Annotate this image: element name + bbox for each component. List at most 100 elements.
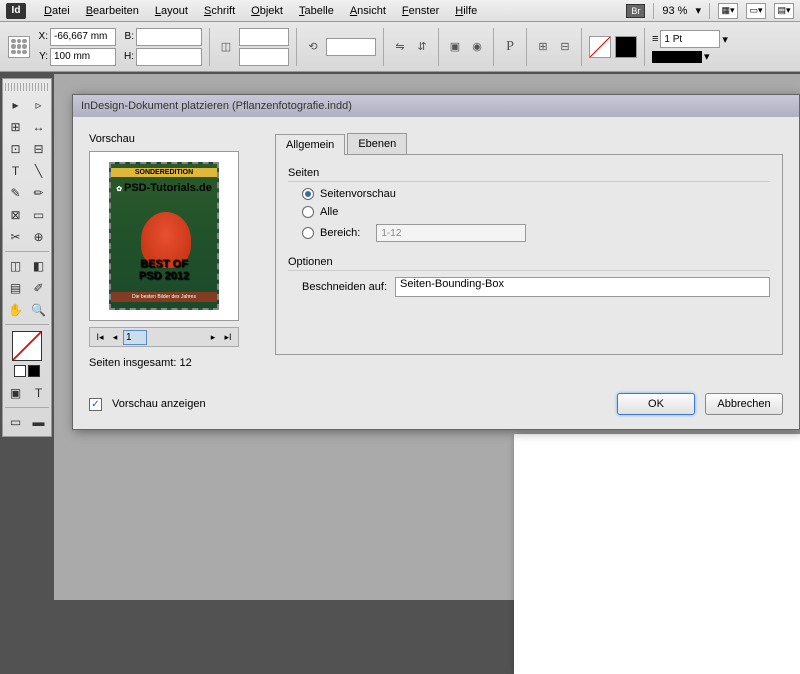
stroke-swatch[interactable] [615, 36, 637, 58]
show-preview-checkbox[interactable] [89, 398, 102, 411]
last-page-button[interactable]: ▸I [221, 330, 235, 344]
align-icon[interactable]: ⊞ [534, 38, 552, 56]
range-input[interactable] [376, 224, 526, 242]
radio-range[interactable] [302, 227, 314, 239]
bridge-badge[interactable]: Br [626, 4, 645, 18]
swap-colors-icon[interactable] [28, 365, 40, 377]
chevron-down-icon[interactable]: ▾ [722, 33, 728, 46]
chevron-down-icon[interactable]: ▾ [704, 50, 710, 63]
default-colors-icon[interactable] [14, 365, 26, 377]
tab-general[interactable]: Allgemein [275, 134, 345, 155]
scale-icon[interactable]: ◫ [217, 38, 235, 56]
arrange-icon[interactable]: ▤▾ [774, 3, 794, 19]
menu-layout[interactable]: Layout [147, 5, 196, 17]
page-number-input[interactable] [123, 330, 147, 345]
place-dialog: InDesign-Dokument platzieren (Pflanzenfo… [72, 94, 800, 430]
cancel-button[interactable]: Abbrechen [705, 393, 783, 415]
menu-ansicht[interactable]: Ansicht [342, 5, 394, 17]
preview-box: SONDEREDITION ✿ PSD-Tutorials.de BEST OF… [89, 151, 239, 321]
page-tool[interactable]: ⊞ [5, 117, 26, 137]
crop-label: Beschneiden auf: [302, 281, 387, 293]
x-input[interactable] [50, 28, 116, 46]
ok-button[interactable]: OK [617, 393, 695, 415]
gradient-feather-tool[interactable]: ◧ [28, 256, 49, 276]
y-input[interactable] [50, 48, 116, 66]
menu-bearbeiten[interactable]: Bearbeiten [78, 5, 147, 17]
h-label: H: [120, 51, 134, 62]
h-input[interactable] [136, 48, 202, 66]
rectangle-tool[interactable]: ▭ [28, 205, 49, 225]
stroke-style[interactable] [652, 51, 702, 63]
note-tool[interactable]: ▤ [5, 278, 26, 298]
show-preview-label: Vorschau anzeigen [112, 398, 206, 410]
tab-layers[interactable]: Ebenen [347, 133, 407, 154]
dialog-title: InDesign-Dokument platzieren (Pflanzenfo… [73, 95, 799, 117]
preview-mode-icon[interactable]: ▬ [28, 412, 49, 432]
paragraph-icon[interactable]: P [501, 38, 519, 56]
eyedropper-tool[interactable]: ✐ [28, 278, 49, 298]
normal-mode-icon[interactable]: ▭ [5, 412, 26, 432]
direct-selection-tool[interactable]: ▹ [28, 95, 49, 115]
menu-schrift[interactable]: Schrift [196, 5, 243, 17]
view-mode-icon[interactable]: ▦▾ [718, 3, 738, 19]
distribute-icon[interactable]: ⊟ [556, 38, 574, 56]
pencil-tool[interactable]: ✏ [28, 183, 49, 203]
scissors-tool[interactable]: ✂ [5, 227, 26, 247]
content-collector-tool[interactable]: ⊡ [5, 139, 26, 159]
total-pages-label: Seiten insgesamt: 12 [89, 357, 259, 369]
menu-tabelle[interactable]: Tabelle [291, 5, 342, 17]
first-page-button[interactable]: I◂ [93, 330, 107, 344]
fill-stroke-swatch[interactable] [12, 331, 42, 361]
selection-tool[interactable]: ▸ [5, 95, 26, 115]
document-page[interactable] [514, 434, 800, 674]
pages-legend: Seiten [288, 167, 770, 182]
crop-select[interactable]: Seiten-Bounding-Box [395, 277, 770, 297]
scale-x-input[interactable] [239, 28, 289, 46]
flip-v-icon[interactable]: ⇵ [413, 38, 431, 56]
scale-y-input[interactable] [239, 48, 289, 66]
stroke-weight-input[interactable] [660, 30, 720, 48]
apply-color-icon[interactable]: ▣ [5, 383, 26, 403]
menu-datei[interactable]: Datei [36, 5, 78, 17]
select-content-icon[interactable]: ◉ [468, 38, 486, 56]
line-tool[interactable]: ╲ [28, 161, 49, 181]
next-page-button[interactable]: ▸ [206, 330, 220, 344]
menu-fenster[interactable]: Fenster [394, 5, 447, 17]
rotate-input[interactable] [326, 38, 376, 56]
preview-label: Vorschau [89, 133, 259, 145]
select-container-icon[interactable]: ▣ [446, 38, 464, 56]
content-placer-tool[interactable]: ⊟ [28, 139, 49, 159]
screen-mode-icon[interactable]: ▭▾ [746, 3, 766, 19]
free-transform-tool[interactable]: ⊕ [28, 227, 49, 247]
chevron-down-icon[interactable]: ▾ [695, 4, 701, 17]
flip-h-icon[interactable]: ⇋ [391, 38, 409, 56]
menu-hilfe[interactable]: Hilfe [447, 5, 485, 17]
gradient-swatch-tool[interactable]: ◫ [5, 256, 26, 276]
hand-tool[interactable]: ✋ [5, 300, 26, 320]
gap-tool[interactable]: ↔ [28, 117, 49, 137]
radio-all[interactable] [302, 206, 314, 218]
stroke-weight-icon: ≡ [652, 33, 658, 45]
type-tool[interactable]: T [5, 161, 26, 181]
options-legend: Optionen [288, 256, 770, 271]
control-bar: X: Y: B: H: ◫ ⟲ ⇋ ⇵ ▣ ◉ P ⊞ ⊟ ≡▾ ▾ [0, 22, 800, 72]
fill-swatch[interactable] [589, 36, 611, 58]
menu-objekt[interactable]: Objekt [243, 5, 291, 17]
thumb-subtitle: Die besten Bilder des Jahres [111, 292, 217, 302]
w-label: B: [120, 31, 134, 42]
reference-point[interactable] [8, 36, 30, 58]
zoom-level[interactable]: 93 % [662, 5, 687, 17]
w-input[interactable] [136, 28, 202, 46]
apply-text-icon[interactable]: T [28, 383, 49, 403]
panel-grip[interactable] [5, 83, 49, 91]
rectangle-frame-tool[interactable]: ⊠ [5, 205, 26, 225]
zoom-tool[interactable]: 🔍 [28, 300, 49, 320]
menubar: Id Datei Bearbeiten Layout Schrift Objek… [0, 0, 800, 22]
radio-page-preview[interactable] [302, 188, 314, 200]
radio-all-label: Alle [320, 206, 338, 218]
prev-page-button[interactable]: ◂ [108, 330, 122, 344]
pen-tool[interactable]: ✎ [5, 183, 26, 203]
page-navigator: I◂ ◂ ▸ ▸I [89, 327, 239, 347]
rotate-icon[interactable]: ⟲ [304, 38, 322, 56]
thumb-title: BEST OFPSD 2012 [111, 258, 217, 282]
